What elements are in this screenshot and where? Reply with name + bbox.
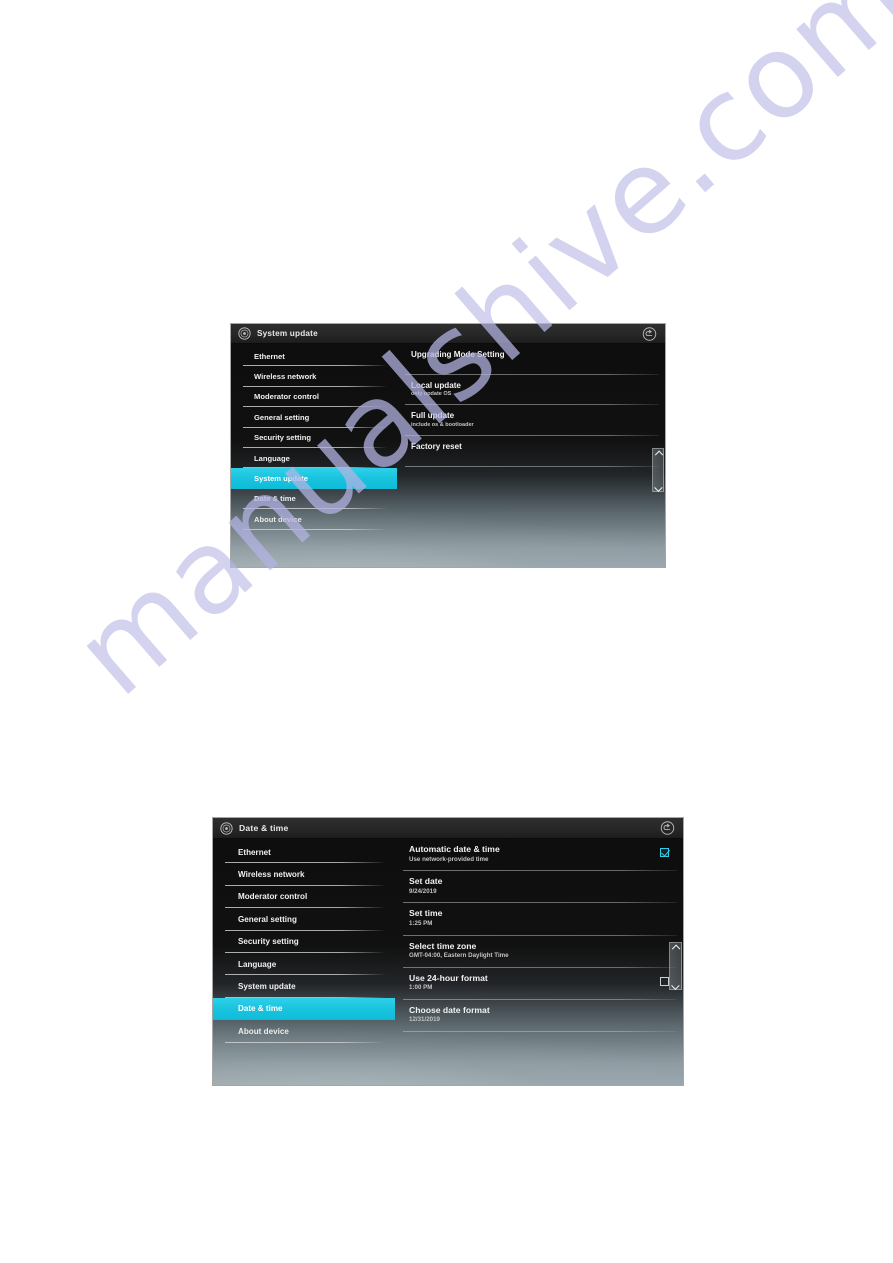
pref-local-update[interactable]: Local update only update OS bbox=[405, 375, 665, 405]
pref-automatic-date-time[interactable]: Automatic date & time Use network-provid… bbox=[403, 839, 683, 872]
settings-content: Automatic date & time Use network-provid… bbox=[396, 839, 683, 1085]
chevron-up-icon[interactable] bbox=[655, 450, 662, 455]
sidebar-item-security-setting[interactable]: Security setting bbox=[231, 428, 398, 448]
sidebar-item-ethernet[interactable]: Ethernet bbox=[231, 346, 398, 367]
sidebar-item-label: Ethernet bbox=[238, 847, 271, 857]
chevron-down-icon[interactable] bbox=[655, 485, 662, 490]
pref-divider bbox=[403, 1031, 677, 1033]
pref-upgrading-mode-setting[interactable]: Upgrading Mode Setting bbox=[405, 344, 665, 375]
sidebar-item-label: Date & time bbox=[238, 1004, 283, 1014]
screenshot-system-update: System update Ethernet Wireless network … bbox=[231, 324, 665, 567]
chevron-down-icon[interactable] bbox=[672, 983, 679, 988]
sidebar-item-date-time[interactable]: Date & time bbox=[231, 489, 398, 510]
pref-use-24-hour-format[interactable]: Use 24-hour format 1:00 PM bbox=[403, 968, 683, 1000]
pref-title: Upgrading Mode Setting bbox=[411, 350, 505, 359]
pref-subtitle: 9/24/2019 bbox=[409, 887, 437, 895]
titlebar-title: Date & time bbox=[239, 823, 289, 833]
sidebar-item-label: About device bbox=[238, 1026, 289, 1036]
sidebar-item-label: Language bbox=[254, 453, 290, 463]
sidebar-item-label: General setting bbox=[254, 412, 310, 422]
sidebar-item-label: Wireless network bbox=[238, 870, 305, 880]
sidebar-item-language[interactable]: Language bbox=[213, 953, 396, 976]
shot-body: Ethernet Wireless network Moderator cont… bbox=[213, 839, 683, 1085]
pref-divider bbox=[405, 465, 659, 467]
pref-subtitle: GMT-04:00, Eastern Daylight Time bbox=[409, 952, 509, 960]
pref-title: Set time bbox=[409, 908, 443, 919]
titlebar: System update bbox=[231, 324, 665, 344]
pref-title: Automatic date & time bbox=[409, 844, 500, 854]
sidebar-item-moderator-control[interactable]: Moderator control bbox=[213, 886, 396, 909]
pref-title: Use 24-hour format bbox=[409, 972, 488, 983]
settings-gear-icon bbox=[220, 821, 233, 835]
sidebar-divider bbox=[243, 528, 388, 530]
automatic-date-time-checkbox[interactable] bbox=[660, 848, 669, 857]
sidebar-item-wireless-network[interactable]: Wireless network bbox=[231, 366, 398, 387]
sidebar-item-system-update[interactable]: System update bbox=[213, 975, 396, 998]
sidebar-item-ethernet[interactable]: Ethernet bbox=[213, 841, 396, 864]
titlebar: Date & time bbox=[213, 818, 683, 839]
sidebar-item-about-device[interactable]: About device bbox=[231, 509, 398, 530]
pref-subtitle: only update OS bbox=[411, 391, 452, 397]
pref-subtitle: 1:00 PM bbox=[409, 984, 433, 992]
sidebar-item-label: Moderator control bbox=[254, 392, 319, 402]
pref-subtitle: 1:25 PM bbox=[409, 919, 433, 927]
settings-sidebar: Ethernet Wireless network Moderator cont… bbox=[213, 839, 396, 1085]
settings-gear-icon bbox=[238, 327, 251, 340]
sidebar-item-general-setting[interactable]: General setting bbox=[213, 908, 396, 931]
pref-title: Set date bbox=[409, 876, 443, 887]
sidebar-item-moderator-control[interactable]: Moderator control bbox=[231, 387, 398, 408]
pref-select-time-zone[interactable]: Select time zone GMT-04:00, Eastern Dayl… bbox=[403, 936, 683, 968]
sidebar-item-label: System update bbox=[254, 474, 309, 484]
sidebar-item-date-time[interactable]: Date & time bbox=[213, 997, 395, 1021]
pref-subtitle: include os & bootloader bbox=[411, 421, 474, 428]
sidebar-item-label: Language bbox=[238, 959, 277, 969]
sidebar-item-language[interactable]: Language bbox=[231, 448, 398, 469]
pref-set-time[interactable]: Set time 1:25 PM bbox=[403, 903, 683, 936]
settings-sidebar: Ethernet Wireless network Moderator cont… bbox=[231, 344, 398, 567]
sidebar-item-label: Moderator control bbox=[238, 892, 308, 902]
scrollbar[interactable] bbox=[652, 448, 664, 492]
pref-title: Choose date format bbox=[409, 1004, 490, 1015]
pref-title: Local update bbox=[411, 380, 461, 390]
sidebar-item-general-setting[interactable]: General setting bbox=[231, 407, 398, 428]
settings-content: Upgrading Mode Setting Local update only… bbox=[398, 344, 665, 567]
chevron-up-icon[interactable] bbox=[672, 944, 679, 949]
sidebar-item-label: Security setting bbox=[254, 433, 311, 443]
pref-full-update[interactable]: Full update include os & bootloader bbox=[405, 405, 665, 436]
sidebar-item-system-update[interactable]: System update bbox=[231, 468, 397, 489]
sidebar-item-about-device[interactable]: About device bbox=[213, 1020, 396, 1043]
pref-factory-reset[interactable]: Factory reset bbox=[405, 436, 665, 467]
sidebar-item-label: System update bbox=[238, 982, 296, 992]
scrollbar[interactable] bbox=[669, 942, 682, 990]
sidebar-item-label: Security setting bbox=[238, 937, 299, 947]
screenshot-date-time: Date & time Ethernet Wireless network Mo… bbox=[213, 818, 683, 1085]
pref-choose-date-format[interactable]: Choose date format 12/31/2019 bbox=[403, 1000, 683, 1033]
shot-body: Ethernet Wireless network Moderator cont… bbox=[231, 344, 665, 567]
sidebar-item-label: Wireless network bbox=[254, 372, 317, 382]
back-arrow-icon[interactable] bbox=[660, 821, 675, 836]
sidebar-item-security-setting[interactable]: Security setting bbox=[213, 931, 396, 953]
pref-title: Full update bbox=[411, 411, 455, 420]
back-arrow-icon[interactable] bbox=[642, 326, 657, 341]
pref-subtitle: Use network-provided time bbox=[409, 855, 489, 863]
sidebar-item-label: About device bbox=[254, 514, 302, 524]
titlebar-title: System update bbox=[257, 329, 318, 338]
sidebar-item-label: General setting bbox=[238, 914, 297, 924]
sidebar-item-wireless-network[interactable]: Wireless network bbox=[213, 863, 396, 886]
pref-subtitle: 12/31/2019 bbox=[409, 1016, 440, 1024]
pref-title: Factory reset bbox=[411, 442, 462, 451]
pref-set-date[interactable]: Set date 9/24/2019 bbox=[403, 871, 683, 904]
pref-title: Select time zone bbox=[409, 940, 477, 951]
sidebar-item-label: Date & time bbox=[254, 494, 296, 504]
sidebar-divider bbox=[225, 1041, 386, 1043]
sidebar-item-label: Ethernet bbox=[254, 351, 285, 361]
use-24-hour-format-checkbox[interactable] bbox=[660, 976, 669, 986]
